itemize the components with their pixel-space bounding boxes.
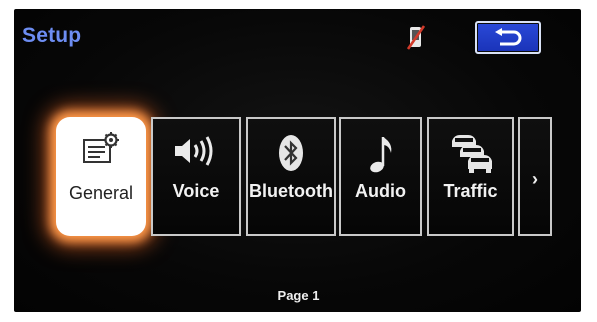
tile-label: Traffic — [443, 181, 498, 201]
tile-voice[interactable]: Voice — [151, 117, 241, 236]
back-arrow-icon — [495, 27, 522, 45]
tile-label: General — [68, 183, 134, 203]
bluetooth-icon — [279, 135, 303, 171]
tile-audio[interactable]: Audio — [339, 117, 422, 236]
music-note-icon — [369, 137, 391, 173]
chevron-right-icon: › — [532, 169, 538, 189]
next-page-button[interactable]: › — [518, 117, 552, 236]
photo-frame: Setup General Voice Bluetooth Audio Traf… — [0, 0, 597, 322]
speaker-icon — [175, 136, 213, 166]
tile-general[interactable]: General — [56, 117, 146, 236]
tile-label: Voice — [172, 181, 220, 201]
back-button[interactable] — [475, 21, 541, 54]
page-title: Setup — [22, 24, 82, 47]
tile-bluetooth[interactable]: Bluetooth — [246, 117, 336, 236]
menu-tiles: General Voice Bluetooth Audio Traffic › — [56, 117, 556, 237]
tile-label: Audio — [355, 181, 406, 201]
phone-disabled-icon — [406, 25, 426, 50]
settings-document-icon — [83, 132, 119, 163]
tile-traffic[interactable]: Traffic — [427, 117, 514, 236]
traffic-cars-icon — [451, 135, 492, 173]
page-indicator: Page 1 — [277, 288, 320, 303]
tile-label: Bluetooth — [249, 181, 333, 201]
